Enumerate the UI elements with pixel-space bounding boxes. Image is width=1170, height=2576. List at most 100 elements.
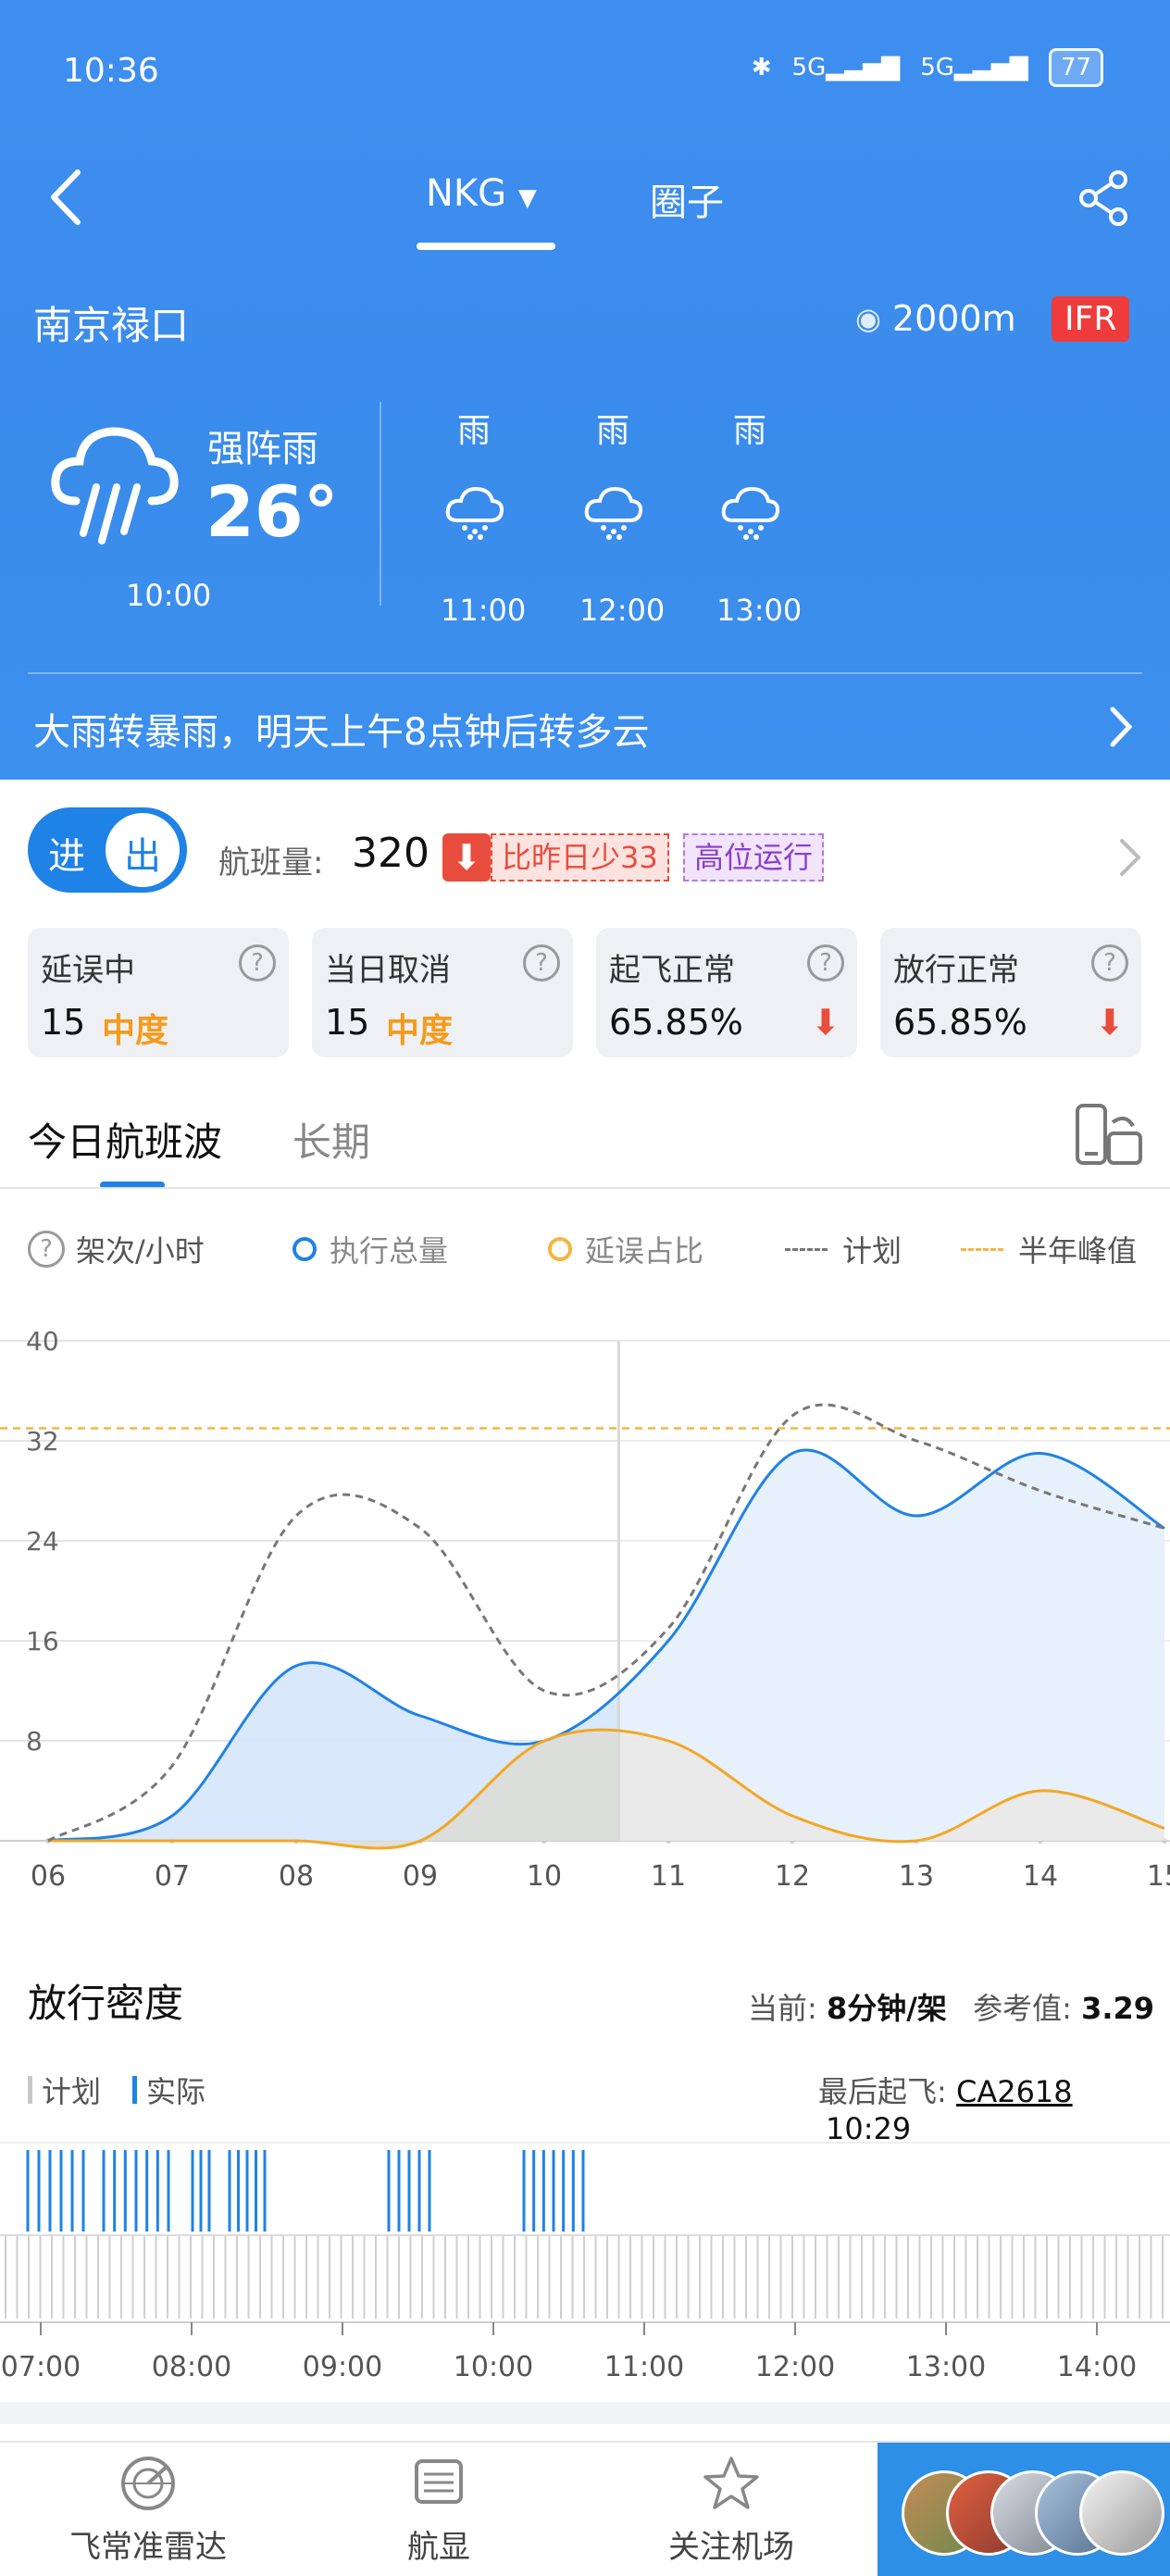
nav-radar[interactable]: 飞常准雷达 — [56, 2454, 241, 2567]
tab-circle[interactable]: 圈子 — [650, 172, 724, 226]
card-cancel[interactable]: 当日取消 ? 15 中度 — [312, 928, 573, 1057]
last-flight-link[interactable]: CA2618 — [956, 2074, 1073, 2109]
y-tick-label: 32 — [26, 1426, 59, 1457]
y-tick-label: 16 — [26, 1626, 59, 1657]
help-icon[interactable]: ? — [523, 944, 560, 982]
density-tick-label: 07:00 — [1, 2351, 81, 2383]
toggle-out[interactable]: 出 — [124, 826, 161, 880]
card-release[interactable]: 放行正常 ? 65.85% ⬇ — [880, 928, 1141, 1057]
forecast-text[interactable]: 大雨转暴雨，明天上午8点钟后转多云 — [33, 702, 649, 756]
legend-total[interactable]: 执行总量 — [292, 1228, 448, 1270]
signal-icon-2: 5G▂▃▅▇ — [920, 54, 1028, 81]
legend-unit-label: 架次/小时 — [76, 1233, 205, 1269]
card-title: 起飞正常 — [609, 952, 735, 989]
tab-long[interactable]: 长期 — [292, 1111, 370, 1168]
direction-toggle[interactable]: 进 出 — [28, 807, 187, 893]
card-takeoff[interactable]: 起飞正常 ? 65.85% ⬇ — [596, 928, 857, 1057]
tab-indicator — [417, 243, 555, 250]
radar-icon — [121, 2457, 175, 2510]
nav-follow[interactable]: 关注机场 — [639, 2454, 824, 2567]
tab-airport-code[interactable]: NKG ▼ — [426, 172, 537, 215]
hourly-desc: 雨 — [733, 412, 767, 450]
airport-name: 南京禄口 — [33, 303, 190, 348]
rain-icon — [721, 486, 780, 540]
x-tick-label: 15 — [1147, 1860, 1170, 1893]
down-arrow-icon: ⬇ — [811, 1002, 840, 1043]
share-icon[interactable] — [1077, 170, 1133, 226]
legend-delay-label: 延误占比 — [585, 1233, 704, 1269]
down-arrow-icon: ⬇ — [442, 833, 491, 882]
x-tick-label: 08 — [279, 1860, 314, 1893]
card-value: 15 — [41, 1002, 86, 1043]
y-tick-label: 24 — [26, 1526, 59, 1557]
rotate-screen-icon[interactable] — [1072, 1100, 1146, 1170]
tab-today[interactable]: 今日航班波 — [28, 1111, 222, 1168]
flight-board-icon — [415, 2459, 463, 2504]
flight-count-label: 航班量: — [218, 844, 324, 882]
card-delay[interactable]: 延误中 ? 15 中度 — [28, 928, 289, 1057]
nav-follow-label: 关注机场 — [668, 2529, 794, 2566]
hourly-desc: 雨 — [457, 412, 492, 450]
flight-rule-badge: IFR — [1052, 296, 1130, 342]
density-tick-label: 10:00 — [454, 2351, 533, 2383]
legend-unit[interactable]: ? 架次/小时 — [28, 1228, 205, 1270]
signal-icon: 5G▂▃▅▇ — [791, 54, 901, 81]
x-tick-label: 12 — [775, 1860, 810, 1893]
legend-peak[interactable]: 半年峰值 — [961, 1228, 1137, 1270]
weather-divider — [380, 402, 381, 606]
legend-peak-label: 半年峰值 — [1018, 1233, 1138, 1269]
legend-plan[interactable]: 计划 — [785, 1228, 902, 1270]
rain-icon — [584, 486, 643, 540]
density-current-value: 8分钟/架 — [826, 1991, 947, 2026]
flight-wave-chart[interactable]: 40 32 24 16 8 06 07 08 09 10 11 12 13 14 15 — [0, 1315, 1170, 1926]
compare-badge: 比昨日少33 — [491, 833, 669, 882]
help-icon[interactable]: ? — [239, 944, 276, 982]
chevron-right-icon[interactable] — [1105, 704, 1137, 750]
legend-total-label: 执行总量 — [330, 1233, 449, 1269]
legend-bar-icon — [132, 2076, 138, 2104]
legend-dash-icon — [785, 1247, 828, 1251]
last-takeoff-label: 最后起飞: — [818, 2074, 947, 2109]
y-tick-label: 8 — [26, 1726, 43, 1757]
heavy-rain-icon — [51, 427, 179, 544]
x-tick-label: 06 — [31, 1860, 66, 1893]
weather-time: 10:00 — [126, 578, 212, 613]
nav-display[interactable]: 航显 — [365, 2454, 513, 2567]
help-icon[interactable]: ? — [28, 1231, 65, 1268]
release-density-chart[interactable]: 07:00 08:00 09:00 10:00 11:00 12:00 13:00 14:00 — [0, 2139, 1170, 2398]
hourly-time: 11:00 — [441, 593, 527, 628]
nav-radar-label: 飞常准雷达 — [69, 2529, 227, 2566]
legend-plan-label: 计划 — [842, 1233, 902, 1269]
density-ref-value: 3.29 — [1081, 1991, 1155, 2026]
chevron-right-icon[interactable] — [1116, 837, 1144, 878]
card-value: 15 — [325, 1002, 370, 1043]
x-tick-label: 14 — [1023, 1860, 1058, 1893]
weather-desc: 强阵雨 — [207, 428, 318, 470]
y-tick-label: 40 — [26, 1326, 59, 1357]
legend-actual-label: 实际 — [146, 2074, 206, 2109]
hourly-forecast: 雨 雨 雨 11:00 12:00 13:00 — [435, 402, 824, 633]
density-tick-label: 14:00 — [1057, 2351, 1137, 2383]
back-arrow-icon[interactable] — [44, 165, 91, 230]
help-icon[interactable]: ? — [1091, 944, 1128, 982]
weather-temp: 26° — [205, 470, 339, 553]
star-icon — [703, 2457, 759, 2509]
hourly-desc: 雨 — [596, 412, 630, 450]
legend-delay[interactable]: 延误占比 — [548, 1228, 703, 1270]
card-value: 65.85% — [609, 1002, 743, 1043]
help-icon[interactable]: ? — [807, 944, 844, 982]
density-ref-label: 参考值: — [973, 1991, 1072, 2026]
toggle-in[interactable]: 进 — [48, 826, 85, 880]
card-level: 中度 — [102, 1012, 169, 1050]
density-tick-label: 08:00 — [152, 2351, 231, 2383]
density-tick-label: 12:00 — [755, 2351, 835, 2383]
hourly-time: 12:00 — [579, 593, 666, 628]
legend-bar-icon — [28, 2076, 32, 2104]
dropdown-icon: ▼ — [517, 184, 537, 212]
promo-banner[interactable] — [878, 2443, 1170, 2576]
card-title: 当日取消 — [325, 952, 451, 989]
visibility-info: ◉ 2000m — [855, 298, 1016, 339]
rain-icon — [445, 486, 504, 540]
visibility-value: 2000m — [891, 298, 1016, 339]
card-level: 中度 — [386, 1012, 454, 1050]
